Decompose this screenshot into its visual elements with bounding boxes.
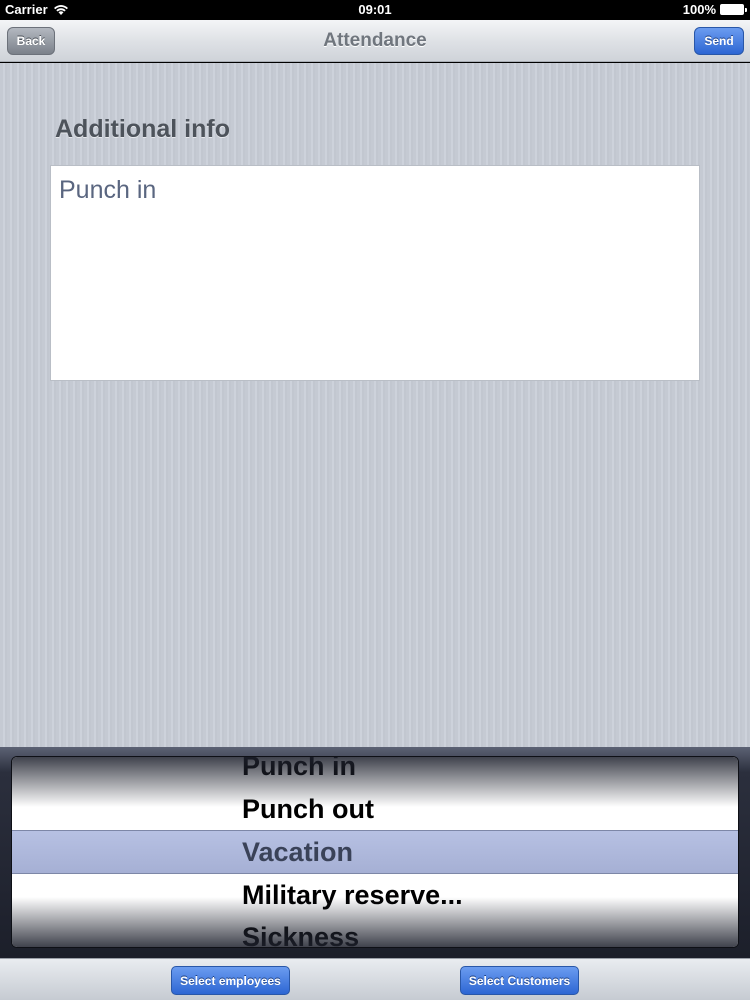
picker-option[interactable]: Punch out <box>12 788 738 831</box>
battery-percent: 100% <box>682 2 716 17</box>
status-bar: Carrier 09:01 100% <box>0 0 750 20</box>
picker-wheel[interactable]: Punch in Punch out Vacation Military res… <box>11 756 739 948</box>
battery-icon <box>720 4 747 15</box>
battery-group: 100% <box>682 2 747 17</box>
section-title: Additional info <box>55 115 230 143</box>
main-content: Additional info Punch in <box>0 63 750 747</box>
select-customers-button[interactable]: Select Customers <box>460 966 579 995</box>
additional-info-text: Punch in <box>59 176 157 204</box>
send-button[interactable]: Send <box>694 27 744 55</box>
clock: 09:01 <box>358 2 392 17</box>
picker-option[interactable]: Punch in <box>12 757 738 788</box>
select-employees-button[interactable]: Select employees <box>171 966 290 995</box>
picker-option[interactable]: Sickness <box>12 916 738 947</box>
picker-option-selected[interactable]: Vacation <box>12 831 738 874</box>
navigation-bar: Back Attendance Send <box>0 20 750 62</box>
picker-option[interactable]: Military reserve... <box>12 874 738 917</box>
page-title: Attendance <box>323 30 427 51</box>
bottom-toolbar: Select employees Select Customers <box>0 958 750 1000</box>
attendance-type-picker: Punch in Punch out Vacation Military res… <box>0 747 750 958</box>
additional-info-textarea[interactable]: Punch in <box>50 165 700 381</box>
